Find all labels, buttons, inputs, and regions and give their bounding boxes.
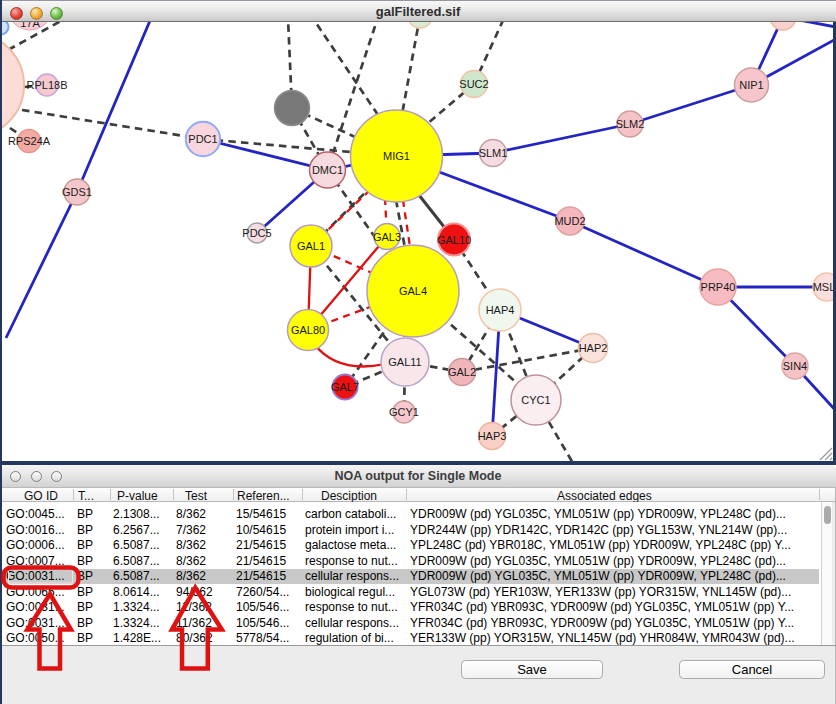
svg-text:SLM1: SLM1 (479, 147, 508, 159)
svg-text:GAL1: GAL1 (297, 240, 325, 252)
svg-text:GAL80: GAL80 (291, 324, 325, 336)
svg-text:SLM2: SLM2 (616, 118, 645, 130)
svg-text:GCY1: GCY1 (389, 406, 419, 418)
svg-text:SIN4: SIN4 (783, 360, 807, 372)
svg-text:MUD2: MUD2 (554, 215, 585, 227)
svg-text:NIP1: NIP1 (739, 79, 763, 91)
svg-text:CYC1: CYC1 (521, 394, 550, 406)
svg-text:RPS24A: RPS24A (8, 135, 51, 147)
svg-text:GAL7: GAL7 (331, 381, 359, 393)
svg-text:RPL18B: RPL18B (27, 79, 68, 91)
svg-text:HAP2: HAP2 (579, 342, 608, 354)
svg-text:HAP3: HAP3 (478, 430, 507, 442)
svg-text:SUC2: SUC2 (459, 78, 488, 90)
svg-text:GAL11: GAL11 (388, 356, 421, 368)
svg-text:PRP40: PRP40 (701, 281, 736, 293)
svg-text:17A: 17A (20, 22, 40, 29)
svg-text:GDS1: GDS1 (62, 186, 92, 198)
svg-text:GAL4: GAL4 (399, 285, 427, 297)
svg-text:DMC1: DMC1 (312, 164, 343, 176)
svg-text:GAL10: GAL10 (437, 234, 471, 246)
svg-text:GAL2: GAL2 (448, 366, 476, 378)
svg-text:MIG1: MIG1 (383, 150, 410, 162)
svg-text:PDC1: PDC1 (188, 133, 217, 145)
svg-text:GAL3: GAL3 (373, 231, 401, 243)
svg-text:PDC5: PDC5 (242, 227, 271, 239)
svg-text:HAP4: HAP4 (486, 304, 515, 316)
